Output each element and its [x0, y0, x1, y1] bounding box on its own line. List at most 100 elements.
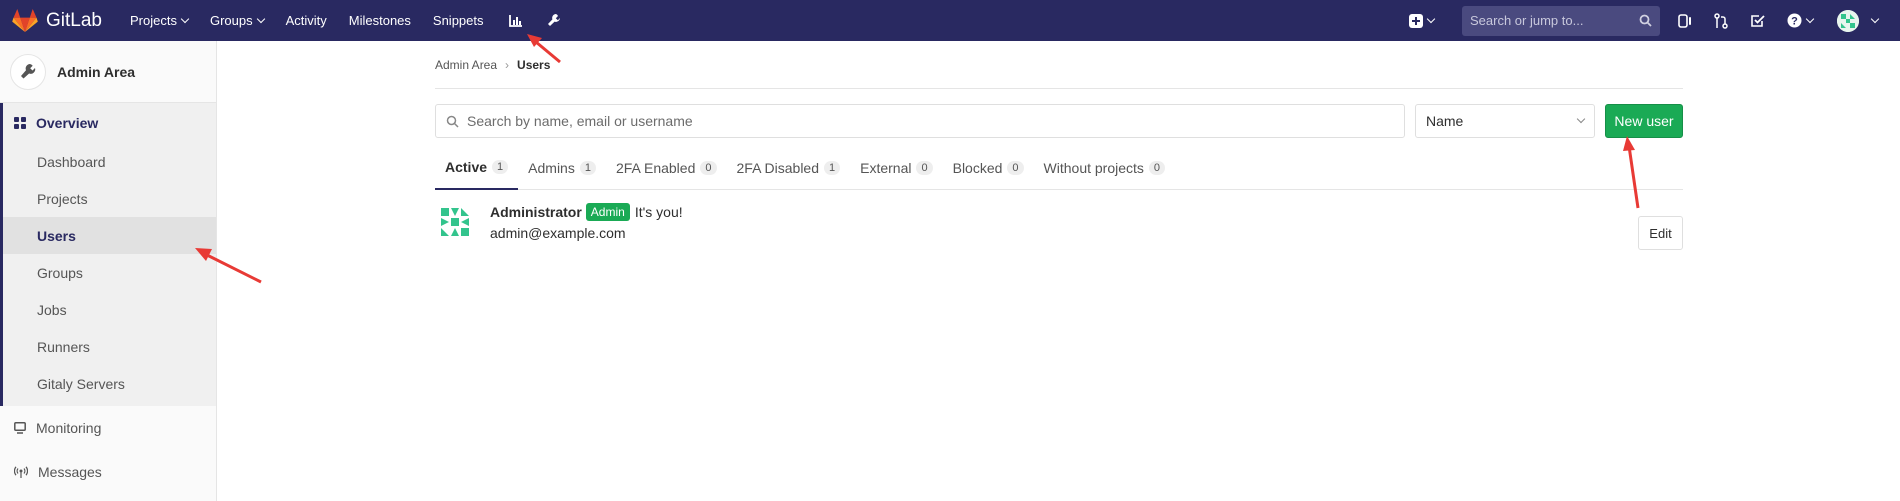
nav-activity[interactable]: Activity	[286, 13, 327, 28]
breadcrumb-current[interactable]: Users	[517, 58, 550, 72]
breadcrumb: Admin Area › Users	[435, 41, 1683, 89]
sidebar-item-projects[interactable]: Projects	[3, 180, 216, 217]
monitor-icon	[14, 422, 26, 434]
filter-row: Search by name, email or username Name N…	[435, 104, 1683, 138]
tab-active[interactable]: Active 1	[435, 146, 519, 190]
nav-snippets-label: Snippets	[432, 13, 484, 28]
search-icon	[446, 115, 459, 128]
todo-icon[interactable]	[1750, 14, 1765, 28]
user-avatar[interactable]	[1837, 9, 1859, 32]
sidebar-item-messages[interactable]: Messages	[0, 450, 216, 494]
sidebar-item-users[interactable]: Users	[3, 217, 216, 254]
sidebar-item-groups[interactable]: Groups	[3, 254, 216, 291]
overview-submenu: Dashboard Projects Users Groups Jobs Run…	[0, 143, 216, 406]
tab-label: 2FA Disabled	[736, 160, 820, 176]
main-content: Admin Area › Users Search by name, email…	[435, 41, 1683, 252]
chevron-down-icon	[256, 14, 265, 23]
sidebar-title: Admin Area	[57, 63, 136, 80]
chevron-down-icon	[1805, 14, 1815, 23]
sidebar-item-dashboard[interactable]: Dashboard	[3, 143, 216, 180]
main-nav: Projects Groups Activity Milestones Snip…	[130, 0, 582, 41]
tab-label: Admins	[528, 160, 575, 176]
plus-square-icon	[1409, 13, 1423, 28]
nav-projects-label: Projects	[129, 13, 177, 28]
user-name[interactable]: Administrator	[490, 204, 582, 220]
gitlab-logo[interactable]: GitLab	[12, 0, 102, 41]
count-badge: 1	[579, 161, 596, 175]
nav-groups-label: Groups	[209, 13, 253, 28]
sidebar-item-jobs[interactable]: Jobs	[3, 291, 216, 328]
admin-sidebar: Admin Area Overview Dashboard Projects U…	[0, 41, 217, 501]
user-filter-tabs: Active 1 Admins 1 2FA Enabled 0 2FA Disable…	[435, 146, 1683, 190]
sidebar-item-runners[interactable]: Runners	[3, 328, 216, 365]
nav-groups[interactable]: Groups	[209, 13, 265, 28]
nav-snippets[interactable]: Snippets	[433, 13, 484, 28]
sidebar-item-overview[interactable]: Overview	[0, 103, 216, 143]
admin-badge: Admin	[585, 203, 630, 221]
nav-milestones-label: Milestones	[348, 13, 411, 28]
nav-activity-label: Activity	[285, 13, 327, 28]
right-nav: Search or jump to... ?	[1409, 0, 1900, 41]
tab-external[interactable]: External 0	[850, 146, 942, 190]
sidebar-header[interactable]: Admin Area	[0, 41, 216, 103]
tab-label: External	[860, 160, 912, 176]
count-badge: 0	[1007, 161, 1024, 175]
chevron-down-icon	[180, 14, 190, 23]
sort-dropdown[interactable]: Name	[1415, 104, 1595, 138]
tab-without-projects[interactable]: Without projects 0	[1034, 146, 1176, 190]
breadcrumb-admin-area[interactable]: Admin Area	[435, 58, 497, 72]
chart-icon[interactable]	[506, 11, 526, 31]
count-badge: 1	[492, 160, 509, 174]
admin-avatar	[10, 53, 46, 90]
user-avatar[interactable]	[435, 202, 475, 242]
edit-button[interactable]: Edit	[1638, 216, 1683, 250]
user-list-item: Administrator Admin It's you! admin@exam…	[435, 202, 1683, 252]
tab-label: 2FA Enabled	[615, 160, 696, 176]
tanuki-icon	[12, 8, 38, 32]
brand-name: GitLab	[46, 9, 102, 31]
user-search-input[interactable]: Search by name, email or username	[435, 104, 1405, 138]
tab-label: Blocked	[952, 160, 1003, 176]
tab-label: Without projects	[1043, 160, 1144, 176]
merge-request-icon[interactable]	[1714, 12, 1728, 29]
breadcrumb-separator-icon: ›	[505, 57, 510, 72]
sidebar-item-gitaly-servers[interactable]: Gitaly Servers	[3, 365, 216, 402]
svg-text:?: ?	[1791, 16, 1798, 28]
tab-2fa-enabled[interactable]: 2FA Enabled 0	[606, 146, 727, 190]
wrench-icon[interactable]	[544, 11, 564, 31]
search-icon	[1639, 14, 1652, 27]
sidebar-toggle-icon[interactable]	[1678, 13, 1692, 28]
sidebar-item-overview-label: Overview	[36, 115, 99, 131]
wrench-icon	[21, 63, 36, 78]
count-badge: 1	[824, 161, 841, 175]
global-search-input[interactable]: Search or jump to...	[1462, 5, 1660, 36]
user-name-line: Administrator Admin It's you!	[490, 202, 683, 222]
user-info: Administrator Admin It's you! admin@exam…	[490, 202, 683, 241]
top-navbar: GitLab Projects Groups Activity Mileston…	[0, 0, 1900, 41]
nav-projects[interactable]: Projects	[129, 13, 190, 28]
sidebar-item-monitoring[interactable]: Monitoring	[0, 406, 216, 450]
nav-milestones[interactable]: Milestones	[349, 13, 411, 28]
tab-2fa-disabled[interactable]: 2FA Disabled 1	[727, 146, 851, 190]
count-badge: 0	[700, 161, 717, 175]
count-badge: 0	[1148, 161, 1166, 175]
sidebar-item-monitoring-label: Monitoring	[36, 420, 102, 436]
sort-value: Name	[1426, 113, 1464, 129]
chevron-down-icon	[1576, 114, 1586, 124]
tab-blocked[interactable]: Blocked 0	[943, 146, 1034, 190]
chevron-down-icon	[1426, 14, 1436, 23]
chevron-down-icon	[1870, 14, 1880, 23]
new-dropdown[interactable]	[1409, 13, 1436, 28]
global-search-placeholder: Search or jump to...	[1470, 13, 1584, 28]
help-icon[interactable]: ?	[1787, 13, 1815, 28]
tab-label: Active	[445, 159, 488, 175]
new-user-button[interactable]: New user	[1605, 104, 1683, 138]
sidebar-item-messages-label: Messages	[38, 464, 102, 480]
tab-admins[interactable]: Admins 1	[518, 146, 606, 190]
grid-icon	[14, 117, 26, 129]
broadcast-icon	[14, 466, 28, 478]
user-search-placeholder: Search by name, email or username	[467, 113, 693, 129]
its-you-label: It's you!	[634, 204, 683, 220]
user-email[interactable]: admin@example.com	[490, 225, 683, 241]
count-badge: 0	[916, 161, 933, 175]
